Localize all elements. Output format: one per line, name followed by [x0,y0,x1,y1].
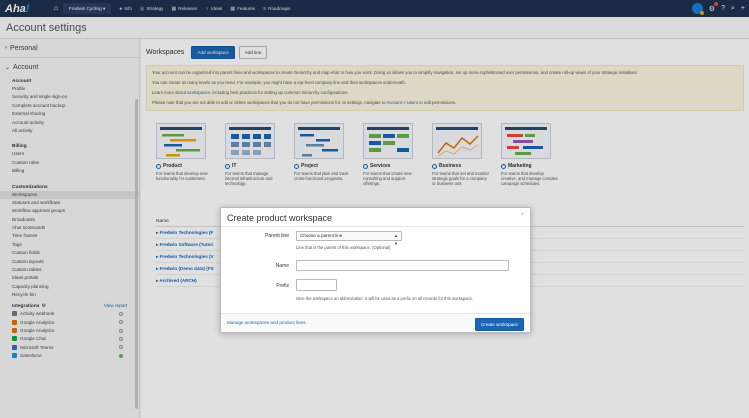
modal-footer: Manage workspaces and product lines. Cre… [221,313,530,332]
name-label: Name [275,263,289,269]
create-workspace-button[interactable]: Create workspace [474,318,524,331]
parent-line-value: Choose a parent line [300,233,343,238]
chevron-down-icon: ▲ ▼ [394,233,398,246]
manage-workspaces-link[interactable]: Manage workspaces and product lines. [227,320,307,325]
parent-line-select[interactable]: Choose a parent line ▲ ▼ [296,231,402,246]
close-icon[interactable]: × [520,212,524,218]
create-workspace-modal: Create product workspace × Parent line C… [220,207,531,333]
parent-line-label: Parent line [265,233,289,239]
modal-title: Create product workspace [227,213,333,223]
prefix-input[interactable] [296,279,337,291]
prefix-help: Give the workspace an abbreviation. It w… [296,296,474,301]
parent-line-help: Line that is the parent of this workspac… [296,245,391,250]
name-input[interactable] [296,260,509,271]
prefix-label: Prefix [276,283,289,289]
